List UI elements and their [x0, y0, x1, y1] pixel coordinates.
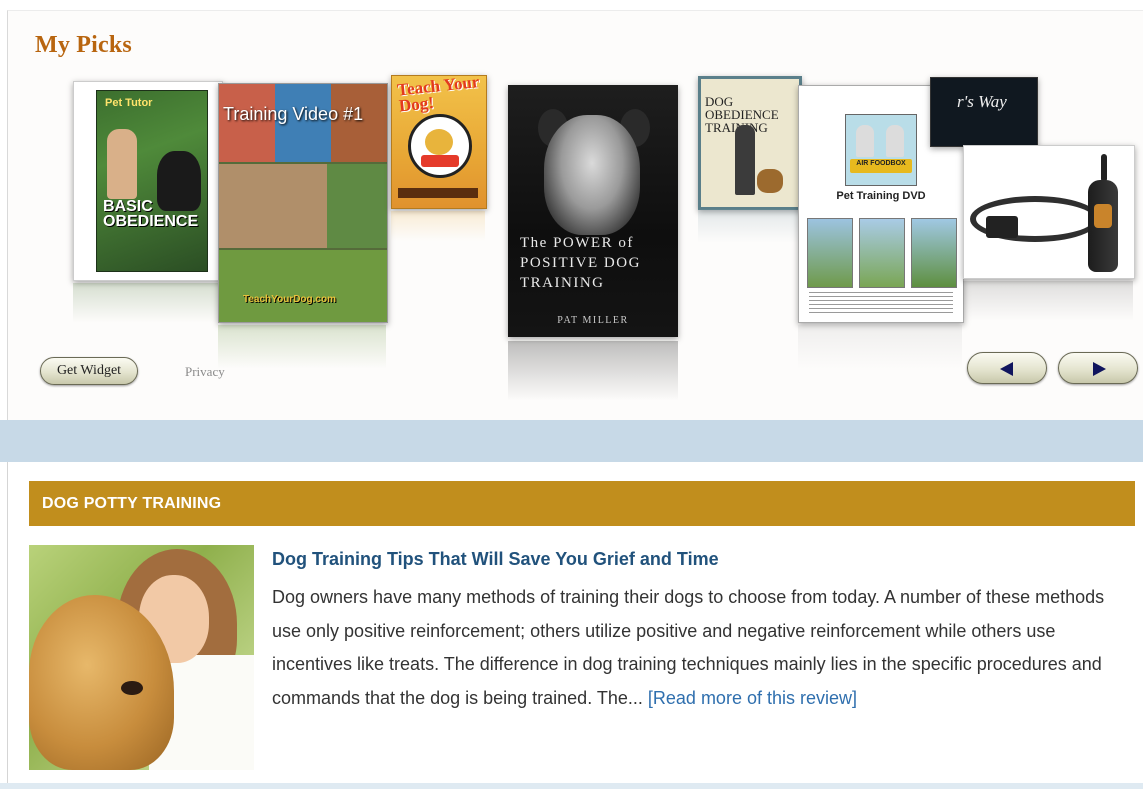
my-picks-widget: My Picks Pet Tutor BASIC OBEDIENCE Train… — [7, 10, 1143, 421]
photo-dog-nose-art — [121, 681, 143, 695]
cover-title-text: Pet Training DVD — [836, 190, 926, 202]
cover-url-text: TeachYourDog.com — [243, 294, 336, 305]
cover-title-text: The POWER of POSITIVE DOG TRAINING — [520, 235, 641, 291]
cover-footer-bar — [398, 188, 478, 198]
section-header: DOG POTTY TRAINING — [29, 481, 1135, 526]
cartoon-dog-icon — [408, 114, 472, 178]
widget-title: My Picks — [35, 32, 132, 58]
remote-control-art — [1088, 180, 1118, 272]
article-headline-link[interactable]: Dog Training Tips That Will Save You Gri… — [272, 549, 719, 570]
cover-reflection — [391, 211, 485, 241]
right-arrow-icon — [1093, 362, 1106, 376]
remote-antenna-art — [1101, 154, 1107, 182]
cover-caption: Training Video #1 — [223, 104, 364, 124]
section-divider — [0, 420, 1143, 462]
cover-person-art — [107, 129, 137, 199]
cover-reflection — [73, 283, 221, 323]
cover-badge-text: AIR FOODBOX — [856, 160, 906, 167]
page-bottom-edge — [0, 783, 1143, 789]
privacy-link[interactable]: Privacy — [185, 364, 225, 380]
cover-reflection — [798, 325, 962, 369]
cover-reflection — [698, 209, 802, 243]
product-cover-power-of-positive-dog-training[interactable]: The POWER of POSITIVE DOG TRAINING PAT M… — [508, 85, 678, 337]
get-widget-button[interactable]: Get Widget — [40, 357, 138, 385]
section-title: DOG POTTY TRAINING — [42, 495, 222, 512]
collar-receiver-art — [986, 216, 1018, 238]
product-cover-basic-obedience[interactable]: Pet Tutor BASIC OBEDIENCE — [73, 81, 223, 281]
product-cover-training-collar[interactable] — [963, 145, 1135, 279]
trainer-figure-art — [735, 125, 755, 195]
product-cover-training-video[interactable]: Training Video #1 TeachYourDog.com — [218, 83, 388, 323]
cover-title-text: BASIC OBEDIENCE — [103, 198, 199, 230]
article-summary: Dog owners have many methods of training… — [272, 581, 1132, 715]
product-cover-teach-your-dog[interactable]: Teach Your Dog! — [391, 75, 487, 209]
cover-photo — [911, 218, 957, 288]
cover-reflection — [218, 325, 386, 369]
read-more-link[interactable]: [Read more of this review] — [648, 688, 857, 708]
dvd-case: Pet Tutor BASIC OBEDIENCE — [96, 90, 208, 272]
dog-photo-art — [544, 115, 640, 235]
previous-button[interactable] — [967, 352, 1047, 384]
collage-tile — [219, 164, 327, 248]
left-arrow-icon — [1000, 362, 1013, 376]
product-cover-way-book[interactable]: r's Way — [930, 77, 1038, 147]
article-thumbnail[interactable] — [29, 545, 254, 770]
cover-reflection — [508, 341, 678, 401]
cover-photo — [807, 218, 853, 288]
cover-reflection — [963, 281, 1133, 321]
cover-photo — [859, 218, 905, 288]
cover-series-text: Pet Tutor — [105, 97, 153, 109]
cover-cartoon-art: AIR FOODBOX — [845, 114, 917, 186]
collage-tile — [219, 250, 387, 322]
cover-author-text: PAT MILLER — [557, 315, 629, 326]
cover-title-text: r's Way — [957, 92, 1007, 111]
cover-title-text: Teach Your Dog! — [396, 75, 480, 116]
collage-tile — [327, 164, 387, 248]
next-button[interactable] — [1058, 352, 1138, 384]
dog-figure-art — [757, 169, 783, 193]
product-cover-dog-obedience-training[interactable]: DOG OBEDIENCE TRAINING — [698, 76, 802, 210]
cover-fine-print — [809, 292, 953, 314]
